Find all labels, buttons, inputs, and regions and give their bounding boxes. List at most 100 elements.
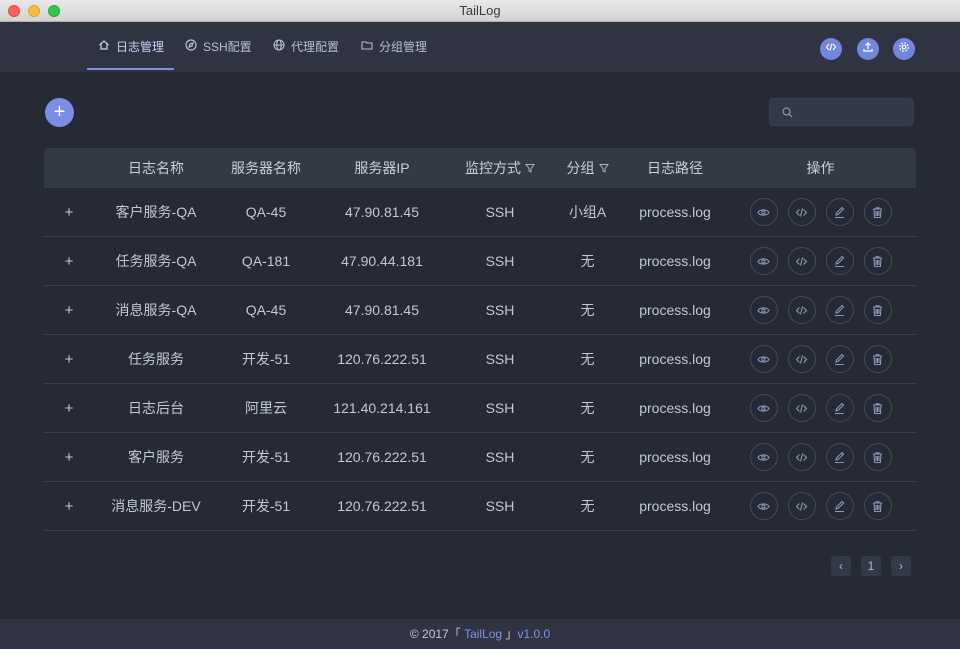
view-button[interactable] — [749, 247, 778, 275]
delete-button[interactable] — [863, 394, 892, 422]
code-view-button[interactable] — [787, 443, 816, 471]
code-view-button[interactable] — [787, 247, 816, 275]
header-name: 日志名称 — [128, 160, 184, 176]
monitor-cell: SSH — [485, 253, 515, 269]
server-ip-cell: 120.76.222.51 — [337, 449, 427, 465]
footer-prefix: © 2017「 — [409, 627, 465, 641]
edit-icon — [833, 500, 846, 513]
edit-button[interactable] — [825, 296, 854, 324]
group-cell: 小组A — [568, 204, 607, 220]
log-path-cell: process.log — [639, 400, 711, 416]
code-button[interactable] — [820, 38, 842, 60]
view-button[interactable] — [749, 443, 778, 471]
server-name-cell: 开发-51 — [241, 498, 291, 514]
expand-row-button[interactable]: + — [65, 351, 74, 368]
group-cell: 无 — [580, 449, 595, 465]
monitor-cell: SSH — [485, 351, 515, 367]
next-page-button[interactable]: › — [891, 556, 911, 576]
prev-page-button[interactable]: ‹ — [831, 556, 851, 576]
tab-group-management[interactable]: 分组管理 — [361, 22, 427, 70]
code-view-button[interactable] — [787, 492, 816, 520]
view-button[interactable] — [749, 198, 778, 226]
edit-button[interactable] — [825, 345, 854, 373]
search-box — [769, 98, 914, 126]
group-cell: 无 — [580, 498, 595, 514]
log-table: 日志名称 服务器名称 服务器IP 监控方式 分组 日志路径 操作 + 客户服务-Q… — [44, 148, 916, 531]
expand-row-button[interactable]: + — [65, 498, 74, 515]
page-number-button[interactable]: 1 — [861, 556, 881, 576]
code-view-button[interactable] — [787, 394, 816, 422]
expand-row-button[interactable]: + — [65, 204, 74, 221]
trash-icon — [871, 451, 884, 464]
eye-icon — [757, 304, 770, 317]
delete-button[interactable] — [863, 247, 892, 275]
edit-button[interactable] — [825, 492, 854, 520]
code-icon — [795, 402, 808, 415]
log-path-cell: process.log — [639, 302, 711, 318]
actions-cell — [725, 296, 916, 324]
delete-button[interactable] — [863, 198, 892, 226]
log-path-cell: process.log — [639, 449, 711, 465]
delete-button[interactable] — [863, 296, 892, 324]
log-name-cell: 消息服务-DEV — [111, 498, 201, 514]
header-server-ip: 服务器IP — [354, 160, 410, 176]
trash-icon — [871, 255, 884, 268]
server-name-cell: 阿里云 — [245, 400, 287, 416]
footer-app-link[interactable]: TailLog — [464, 627, 502, 641]
active-tab-indicator — [87, 68, 174, 70]
expand-cell: + — [44, 253, 94, 270]
table-row: + 客户服务 开发-51 120.76.222.51 SSH 无 process.log — [44, 433, 916, 482]
code-view-button[interactable] — [787, 296, 816, 324]
log-name-cell: 日志后台 — [128, 400, 184, 416]
edit-icon — [833, 255, 846, 268]
edit-button[interactable] — [825, 443, 854, 471]
code-view-button[interactable] — [787, 198, 816, 226]
tab-proxy-config[interactable]: 代理配置 — [273, 22, 339, 70]
filter-icon[interactable] — [598, 160, 609, 176]
settings-button[interactable] — [893, 38, 915, 60]
code-view-button[interactable] — [787, 345, 816, 373]
trash-icon — [871, 500, 884, 513]
expand-row-button[interactable]: + — [65, 400, 74, 417]
expand-row-button[interactable]: + — [65, 253, 74, 270]
filter-icon[interactable] — [525, 160, 535, 176]
footer-suffix: 」 — [502, 627, 518, 641]
eye-icon — [757, 353, 770, 366]
group-cell: 无 — [580, 400, 595, 416]
upload-icon — [862, 40, 874, 58]
edit-icon — [833, 451, 846, 464]
actions-cell — [725, 394, 916, 422]
code-icon — [795, 206, 808, 219]
expand-cell: + — [44, 351, 94, 368]
eye-icon — [757, 255, 770, 268]
window-title: TailLog — [459, 3, 501, 18]
edit-button[interactable] — [825, 198, 854, 226]
monitor-cell: SSH — [485, 302, 515, 318]
expand-row-button[interactable]: + — [65, 449, 74, 466]
delete-button[interactable] — [863, 492, 892, 520]
view-button[interactable] — [749, 296, 778, 324]
log-name-cell: 任务服务 — [128, 351, 184, 367]
home-icon — [98, 39, 110, 54]
edit-button[interactable] — [825, 247, 854, 275]
tab-ssh-config[interactable]: SSH配置 — [185, 22, 252, 70]
table-row: + 消息服务-QA QA-45 47.90.81.45 SSH 无 process.log — [44, 286, 916, 335]
tab-log-management[interactable]: 日志管理 — [98, 22, 164, 70]
delete-button[interactable] — [863, 443, 892, 471]
code-icon — [795, 304, 808, 317]
table-row: + 客户服务-QA QA-45 47.90.81.45 SSH 小组A process.lo… — [44, 188, 916, 237]
log-name-cell: 客户服务-QA — [115, 204, 197, 220]
view-button[interactable] — [749, 394, 778, 422]
view-button[interactable] — [749, 345, 778, 373]
view-button[interactable] — [749, 492, 778, 520]
edit-button[interactable] — [825, 394, 854, 422]
code-icon — [795, 500, 808, 513]
upload-button[interactable] — [857, 38, 879, 60]
top-nav: 日志管理 SSH配置 代理配置 分组管理 — [0, 22, 960, 72]
group-cell: 无 — [580, 351, 595, 367]
delete-button[interactable] — [863, 345, 892, 373]
edit-icon — [833, 353, 846, 366]
expand-row-button[interactable]: + — [65, 302, 74, 319]
header-path: 日志路径 — [647, 160, 703, 176]
add-log-button[interactable]: + — [45, 98, 74, 127]
